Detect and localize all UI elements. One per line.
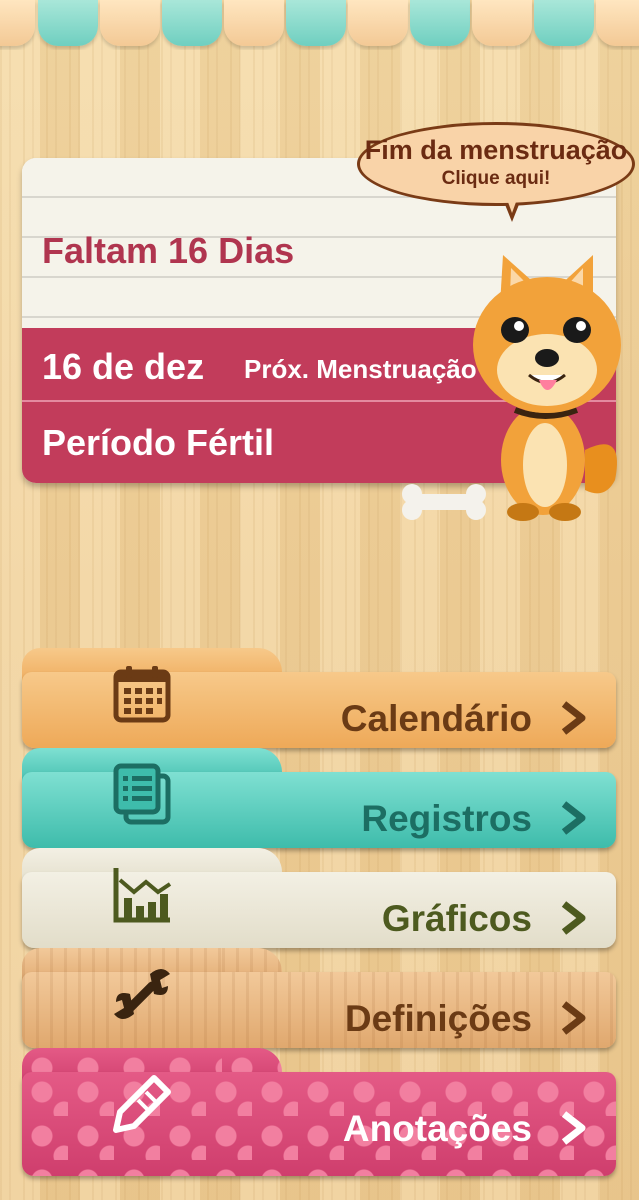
chevron-right-icon <box>561 701 586 735</box>
days-remaining-text: Faltam 16 Dias <box>42 230 295 271</box>
charts-label: Gráficos <box>381 898 532 939</box>
chevron-right-icon <box>561 1111 586 1145</box>
chevron-right-icon <box>561 901 586 935</box>
calendar-icon <box>113 666 171 723</box>
bubble-subtitle: Clique aqui! <box>441 168 551 189</box>
records-icon <box>113 763 171 825</box>
next-period-label: Próx. Menstruação <box>244 354 477 384</box>
settings-label: Definições <box>344 998 532 1039</box>
bubble-tail-fill <box>504 191 520 213</box>
chevron-right-icon <box>561 801 586 835</box>
chart-icon <box>113 868 172 923</box>
charts-menu-tab[interactable]: Gráficos <box>22 848 616 948</box>
chevron-right-icon <box>561 1001 586 1035</box>
calendar-label: Calendário <box>340 698 532 739</box>
records-label: Registros <box>361 798 532 839</box>
fertile-period-label: Período Fértil <box>42 422 275 463</box>
calendar-menu-tab[interactable]: Calendário <box>22 648 616 748</box>
awning-decoration <box>0 0 639 50</box>
notes-menu-tab[interactable]: Anotações <box>22 1048 616 1176</box>
bubble-title: Fim da menstruação <box>364 135 628 165</box>
end-period-bubble-button[interactable]: Fim da menstruação Clique aqui! <box>357 122 635 206</box>
wrench-icon <box>114 969 170 1019</box>
records-menu-tab[interactable]: Registros <box>22 748 616 848</box>
notes-label: Anotações <box>342 1108 532 1149</box>
settings-menu-tab[interactable]: Definições <box>22 948 616 1048</box>
bone-icon <box>402 484 486 520</box>
pencil-icon <box>113 1075 171 1133</box>
next-period-date: 16 de dez <box>42 346 205 387</box>
